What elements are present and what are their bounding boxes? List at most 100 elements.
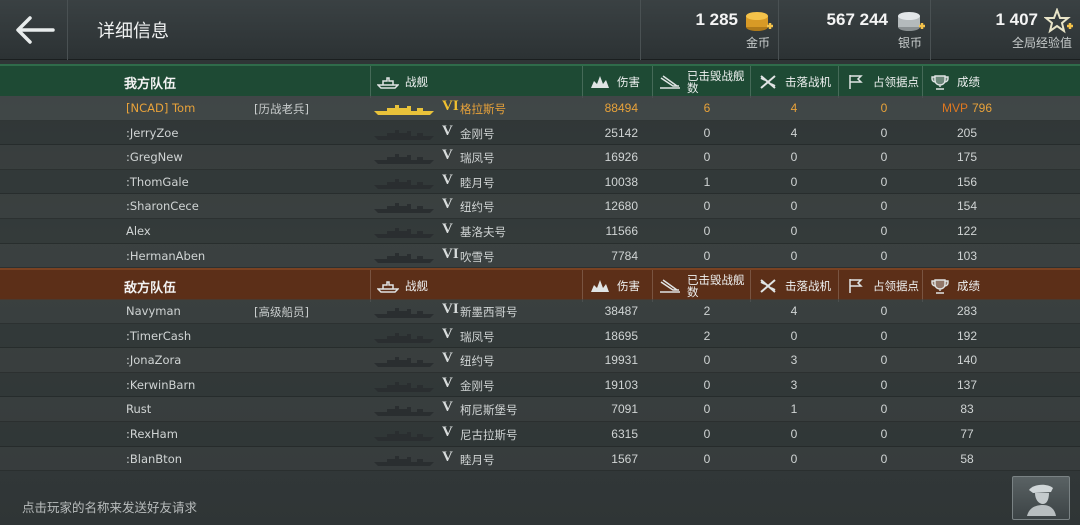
score-value: 103 [956,248,978,263]
flag-icon [849,75,863,89]
enemy-player-list: Navyman [高级船员] VI 新墨西哥号 38487 2 4 0 283:TimerCas… [0,299,1080,472]
free-xp-amount: 1 407 [995,10,1038,29]
player-row[interactable]: Navyman [高级船员] VI 新墨西哥号 38487 2 4 0 283 [0,299,1080,324]
player-row[interactable]: :GregNew V 瑞凤号 16926 0 0 0 175 [0,145,1080,170]
score-value: 205 [956,125,978,140]
page-title: 详细信息 [97,21,169,42]
ships-destroyed-value: 1 [703,174,711,189]
score-value: 122 [956,223,978,238]
player-name[interactable]: Rust [126,402,151,416]
player-name[interactable]: Alex [126,224,151,238]
score-value: 154 [956,199,978,214]
damage-value: 16926 [604,150,638,165]
score-cell: 140 [937,353,997,367]
score-value: 83 [960,402,974,417]
player-row[interactable]: :HermanAben VI 吹雪号 7784 0 0 0 103 [0,243,1080,269]
base-capture-value: 0 [880,125,888,140]
score-value: 192 [956,328,978,343]
column-ships-destroyed: 已击毁战舰 数 [652,270,750,302]
player-row[interactable]: :KerwinBarn V 金刚号 19103 0 3 0 137 [0,372,1080,398]
score-value: 140 [956,353,978,368]
gold-label: 金币 [745,36,770,50]
player-name[interactable]: :RexHam [126,427,178,441]
planes-destroyed-value: 3 [790,377,798,392]
column-damage-label: 伤害 [617,279,640,293]
back-arrow-icon [15,16,55,44]
score-cell: 175 [937,150,997,164]
damage-value: 18695 [604,328,638,343]
player-row[interactable]: Rust V 柯尼斯堡号 7091 0 1 0 83 [0,397,1080,422]
player-row[interactable]: Alex V 基洛夫号 11566 0 0 0 122 [0,218,1080,244]
ship-tier: V [442,325,453,342]
player-name[interactable]: [NCAD] Tom [126,101,195,115]
column-ships-destroyed: 已击毁战舰 数 [652,66,750,98]
captain-profile-button[interactable] [1012,476,1070,520]
ship-name: 纽约号 [460,200,495,215]
silver-label: 银币 [897,36,922,50]
column-score-label: 成绩 [957,75,980,89]
score-cell: 192 [937,329,997,343]
gold-currency[interactable]: 1 285 金币 [640,0,778,60]
player-row[interactable]: :RexHam V 尼古拉斯号 6315 0 0 0 77 [0,421,1080,447]
ship-name: 瑞凤号 [460,329,495,344]
column-base-capture-label: 占领据点 [873,279,919,293]
player-name[interactable]: :HermanAben [126,249,205,263]
planes-destroyed-value: 4 [790,125,798,140]
silver-currency[interactable]: 567 244 银币 [778,0,930,60]
damage-value: 25142 [604,125,638,140]
friend-request-hint: 点击玩家的名称来发送好友请求 [22,500,198,515]
player-row[interactable]: [NCAD] Tom [历战老兵] VI 格拉斯号 88494 6 4 0 MVP 796 [0,96,1080,121]
free-xp-star-icon [1044,8,1073,34]
player-row[interactable]: :ThomGale V 睦月号 10038 1 0 0 156 [0,169,1080,195]
planes-destroyed-value: 3 [790,353,798,368]
score-cell: MVP 796 [937,101,997,115]
trophy-icon [931,75,949,90]
player-name[interactable]: Navyman [126,304,181,318]
ship-name: 新墨西哥号 [460,305,518,319]
score-cell: 283 [937,304,997,318]
base-capture-value: 0 [880,101,888,115]
player-name[interactable]: :JonaZora [126,353,181,367]
player-row[interactable]: :BlanBton V 睦月号 1567 0 0 0 58 [0,446,1080,472]
player-name[interactable]: :ThomGale [126,175,189,189]
player-row[interactable]: :JerryZoe V 金刚号 25142 0 4 0 205 [0,120,1080,146]
ship-silhouette-icon [374,129,434,140]
player-name[interactable]: :KerwinBarn [126,378,195,392]
ship-silhouette-icon [374,105,434,115]
planes-destroyed-value: 1 [790,402,798,417]
column-base-capture-label: 占领据点 [873,75,919,89]
score-value: 283 [956,304,978,318]
free-xp-currency[interactable]: 1 407 全局经验值 [930,0,1080,60]
player-row[interactable]: :TimerCash V 瑞凤号 18695 2 0 0 192 [0,323,1080,349]
planes-destroyed-value: 0 [790,451,798,466]
player-row[interactable]: :SharonCece V 纽约号 12680 0 0 0 154 [0,194,1080,219]
planes-destroyed-value: 0 [790,426,798,441]
player-name[interactable]: :JerryZoe [126,126,178,140]
column-ships-destroyed-label: 已击毁战舰 数 [687,273,745,299]
ship-silhouette-icon [374,357,434,368]
damage-value: 7784 [611,248,638,263]
silver-coins-icon [898,12,925,31]
column-score: 成绩 [922,270,1080,302]
damage-value: 12680 [604,199,638,214]
player-row[interactable]: :JonaZora V 纽约号 19931 0 3 0 140 [0,348,1080,373]
ship-name: 吹雪号 [460,249,495,264]
back-button[interactable] [0,0,68,60]
ship-name: 睦月号 [460,452,495,467]
player-name[interactable]: :SharonCece [126,199,199,213]
ship-name: 纽约号 [460,354,495,369]
score-cell: 154 [937,199,997,213]
player-name[interactable]: :GregNew [126,150,183,164]
score-value: 156 [956,174,978,189]
base-capture-value: 0 [880,377,888,392]
planes-destroyed-value: 0 [790,199,798,214]
ship-tier: V [442,171,453,188]
player-name[interactable]: :TimerCash [126,329,191,343]
player-name[interactable]: :BlanBton [126,452,182,466]
player-title-tag: [高级船员] [254,305,309,319]
column-score: 成绩 [922,66,1080,98]
ship-tier: V [442,399,453,416]
column-score-label: 成绩 [957,279,980,293]
base-capture-value: 0 [880,150,888,165]
ship-silhouette-icon [374,406,434,417]
